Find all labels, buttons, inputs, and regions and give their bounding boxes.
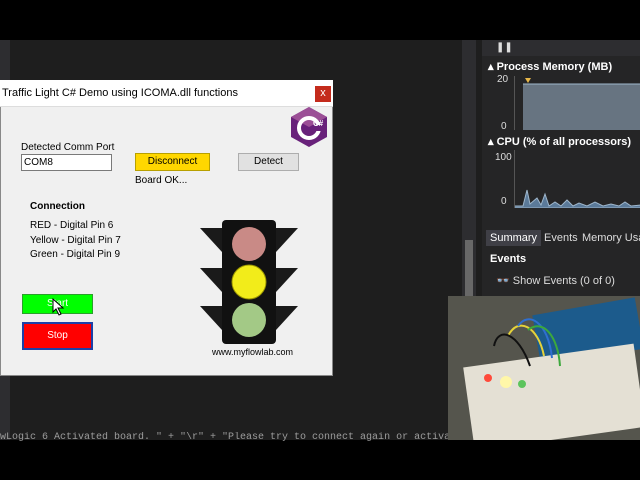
detect-button[interactable]: Detect [238,153,299,171]
mouse-cursor-icon [52,298,65,316]
visor-right-mid [276,268,298,292]
csharp-logo-icon: C# [291,107,327,147]
visor-left-bottom [200,306,222,330]
board-status-text: Board OK... [135,175,188,186]
red-led [484,374,492,382]
visor-right-bottom [276,306,298,330]
visor-left-top [200,228,222,252]
cpu-graph [514,150,640,208]
comm-port-input[interactable] [21,154,112,171]
comm-port-label: Detected Comm Port [21,142,115,153]
yellow-led [500,376,512,388]
visor-right-top [276,228,298,252]
logo-text: C# [313,119,324,128]
cpu-graph-line [515,189,640,208]
memory-title-text: Process Memory (MB) [496,61,613,73]
pin-green-label: Green - Digital Pin 9 [30,249,121,260]
binoculars-icon: 👓 [496,275,510,287]
cpu-title-text: CPU (% of all processors) [496,136,632,148]
webcam-video-inset [448,296,640,440]
memory-graph [514,76,640,130]
connection-header: Connection [30,201,85,212]
cpu-graph-title[interactable]: ▴ CPU (% of all processors) [488,135,631,148]
close-button[interactable]: x [315,86,331,102]
dialog-title: Traffic Light C# Demo using ICOMA.dll fu… [2,87,238,99]
website-label: www.myflowlab.com [212,347,294,357]
cpu-axis-max: 100 [495,152,512,163]
memory-graph-area [523,84,640,130]
pin-yellow-label: Yellow - Digital Pin 7 [30,235,121,246]
stop-button[interactable]: Stop [22,322,93,350]
disconnect-button[interactable]: Disconnect [135,153,210,171]
memory-marker-icon [525,78,531,83]
pin-red-label: RED - Digital Pin 6 [30,220,114,231]
pause-icon[interactable]: ❚❚ [496,42,513,53]
show-events-link[interactable]: 👓 Show Events (0 of 0) [496,274,615,287]
tab-events[interactable]: Events [540,230,582,246]
events-header: Events [490,253,527,265]
memory-axis-min: 0 [501,121,507,132]
show-events-label: Show Events (0 of 0) [512,275,615,287]
yellow-lamp [231,264,267,300]
cpu-axis-min: 0 [501,196,507,207]
scrollbar-thumb[interactable] [465,240,473,300]
tab-memory-usage[interactable]: Memory Usag [578,230,640,246]
green-lamp [232,303,266,337]
code-line: wLogic 6 Activated board. " + "\r" + "Pl… [0,432,450,443]
memory-graph-title[interactable]: ▴ Process Memory (MB) [488,60,612,73]
memory-axis-max: 20 [497,74,509,85]
tab-summary[interactable]: Summary [486,230,542,246]
visor-left-mid [200,268,222,292]
red-lamp [232,227,266,261]
traffic-light-graphic [200,220,298,344]
green-led [518,380,526,388]
